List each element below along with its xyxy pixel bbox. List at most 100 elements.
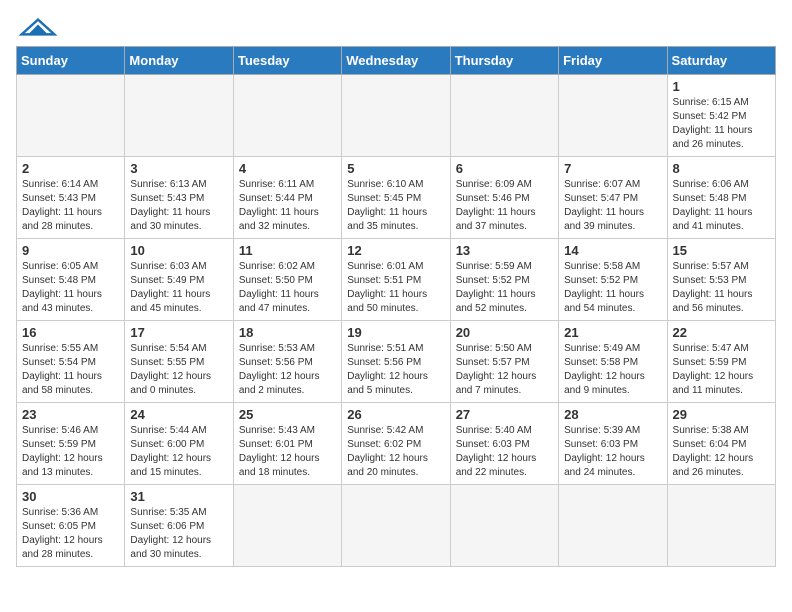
calendar-week-2: 2Sunrise: 6:14 AM Sunset: 5:43 PM Daylig… [17, 157, 776, 239]
calendar-cell: 22Sunrise: 5:47 AM Sunset: 5:59 PM Dayli… [667, 321, 775, 403]
calendar-cell: 13Sunrise: 5:59 AM Sunset: 5:52 PM Dayli… [450, 239, 558, 321]
day-info: Sunrise: 6:02 AM Sunset: 5:50 PM Dayligh… [239, 260, 336, 316]
weekday-sunday: Sunday [17, 47, 125, 75]
day-number: 16 [22, 325, 119, 340]
logo [16, 16, 58, 36]
calendar-cell: 23 Sunrise: 5:46 AM Sunset: 5:59 PM Dayli… [17, 403, 125, 485]
calendar-week-4: 16 Sunrise: 5:55 AM Sunset: 5:54 PM Dayli… [17, 321, 776, 403]
day-info: Sunrise: 5:35 AM Sunset: 6:06 PM Dayligh… [130, 506, 227, 562]
weekday-header-row: SundayMondayTuesdayWednesdayThursdayFrid… [17, 47, 776, 75]
calendar-cell: 19 Sunrise: 5:51 AM Sunset: 5:56 PM Dayli… [342, 321, 450, 403]
calendar-week-6: 30Sunrise: 5:36 AM Sunset: 6:05 PM Dayli… [17, 485, 776, 567]
calendar-cell [125, 75, 233, 157]
weekday-monday: Monday [125, 47, 233, 75]
calendar-cell: 7 Sunrise: 6:07 AM Sunset: 5:47 PM Daylig… [559, 157, 667, 239]
day-info: Sunrise: 6:10 AM Sunset: 5:45 PM Dayligh… [347, 178, 444, 234]
calendar-cell [342, 485, 450, 567]
calendar-cell [559, 75, 667, 157]
calendar-cell: 17 Sunrise: 5:54 AM Sunset: 5:55 PM Dayli… [125, 321, 233, 403]
calendar-table: SundayMondayTuesdayWednesdayThursdayFrid… [16, 46, 776, 567]
weekday-wednesday: Wednesday [342, 47, 450, 75]
day-number: 1 [673, 79, 770, 94]
day-info: Sunrise: 6:03 AM Sunset: 5:49 PM Dayligh… [130, 260, 227, 316]
day-number: 30 [22, 489, 119, 504]
day-number: 3 [130, 161, 227, 176]
day-info: Sunrise: 5:53 AM Sunset: 5:56 PM Dayligh… [239, 342, 336, 398]
calendar-week-3: 9 Sunrise: 6:05 AM Sunset: 5:48 PM Daylig… [17, 239, 776, 321]
logo-icon [18, 18, 58, 36]
calendar-cell: 18 Sunrise: 5:53 AM Sunset: 5:56 PM Dayli… [233, 321, 341, 403]
day-info: Sunrise: 5:57 AM Sunset: 5:53 PM Dayligh… [673, 260, 770, 316]
day-number: 6 [456, 161, 553, 176]
calendar-cell [667, 485, 775, 567]
day-info: Sunrise: 5:51 AM Sunset: 5:56 PM Dayligh… [347, 342, 444, 398]
day-number: 17 [130, 325, 227, 340]
weekday-saturday: Saturday [667, 47, 775, 75]
calendar-cell: 12 Sunrise: 6:01 AM Sunset: 5:51 PM Dayli… [342, 239, 450, 321]
day-number: 24 [130, 407, 227, 422]
calendar-cell: 30Sunrise: 5:36 AM Sunset: 6:05 PM Dayli… [17, 485, 125, 567]
day-number: 25 [239, 407, 336, 422]
day-info: Sunrise: 5:42 AM Sunset: 6:02 PM Dayligh… [347, 424, 444, 480]
day-number: 23 [22, 407, 119, 422]
day-info: Sunrise: 5:55 AM Sunset: 5:54 PM Dayligh… [22, 342, 119, 398]
day-number: 9 [22, 243, 119, 258]
day-number: 8 [673, 161, 770, 176]
calendar-cell: 4Sunrise: 6:11 AM Sunset: 5:44 PM Daylig… [233, 157, 341, 239]
day-info: Sunrise: 5:49 AM Sunset: 5:58 PM Dayligh… [564, 342, 661, 398]
day-number: 14 [564, 243, 661, 258]
calendar-cell: 6Sunrise: 6:09 AM Sunset: 5:46 PM Daylig… [450, 157, 558, 239]
day-number: 27 [456, 407, 553, 422]
calendar-cell: 10 Sunrise: 6:03 AM Sunset: 5:49 PM Dayli… [125, 239, 233, 321]
day-number: 5 [347, 161, 444, 176]
day-number: 18 [239, 325, 336, 340]
calendar-cell: 25 Sunrise: 5:43 AM Sunset: 6:01 PM Dayli… [233, 403, 341, 485]
day-info: Sunrise: 5:54 AM Sunset: 5:55 PM Dayligh… [130, 342, 227, 398]
day-info: Sunrise: 6:06 AM Sunset: 5:48 PM Dayligh… [673, 178, 770, 234]
day-info: Sunrise: 6:14 AM Sunset: 5:43 PM Dayligh… [22, 178, 119, 234]
day-info: Sunrise: 6:05 AM Sunset: 5:48 PM Dayligh… [22, 260, 119, 316]
day-number: 7 [564, 161, 661, 176]
day-number: 21 [564, 325, 661, 340]
day-info: Sunrise: 5:43 AM Sunset: 6:01 PM Dayligh… [239, 424, 336, 480]
day-info: Sunrise: 6:07 AM Sunset: 5:47 PM Dayligh… [564, 178, 661, 234]
day-info: Sunrise: 5:40 AM Sunset: 6:03 PM Dayligh… [456, 424, 553, 480]
day-number: 12 [347, 243, 444, 258]
calendar-cell: 28Sunrise: 5:39 AM Sunset: 6:03 PM Dayli… [559, 403, 667, 485]
day-info: Sunrise: 5:39 AM Sunset: 6:03 PM Dayligh… [564, 424, 661, 480]
calendar-cell: 27 Sunrise: 5:40 AM Sunset: 6:03 PM Dayli… [450, 403, 558, 485]
calendar-cell: 3 Sunrise: 6:13 AM Sunset: 5:43 PM Daylig… [125, 157, 233, 239]
day-number: 19 [347, 325, 444, 340]
calendar-cell: 2Sunrise: 6:14 AM Sunset: 5:43 PM Daylig… [17, 157, 125, 239]
calendar-cell [17, 75, 125, 157]
calendar-cell: 16 Sunrise: 5:55 AM Sunset: 5:54 PM Dayli… [17, 321, 125, 403]
calendar-cell: 1 Sunrise: 6:15 AM Sunset: 5:42 PM Daylig… [667, 75, 775, 157]
calendar-cell: 14 Sunrise: 5:58 AM Sunset: 5:52 PM Dayli… [559, 239, 667, 321]
day-info: Sunrise: 5:46 AM Sunset: 5:59 PM Dayligh… [22, 424, 119, 480]
day-number: 15 [673, 243, 770, 258]
calendar-cell: 15 Sunrise: 5:57 AM Sunset: 5:53 PM Dayli… [667, 239, 775, 321]
day-number: 29 [673, 407, 770, 422]
day-info: Sunrise: 6:13 AM Sunset: 5:43 PM Dayligh… [130, 178, 227, 234]
day-number: 31 [130, 489, 227, 504]
day-info: Sunrise: 5:58 AM Sunset: 5:52 PM Dayligh… [564, 260, 661, 316]
calendar-cell: 20Sunrise: 5:50 AM Sunset: 5:57 PM Dayli… [450, 321, 558, 403]
day-number: 10 [130, 243, 227, 258]
calendar-cell: 26 Sunrise: 5:42 AM Sunset: 6:02 PM Dayli… [342, 403, 450, 485]
calendar-cell [559, 485, 667, 567]
day-number: 26 [347, 407, 444, 422]
day-info: Sunrise: 6:01 AM Sunset: 5:51 PM Dayligh… [347, 260, 444, 316]
calendar-cell: 29 Sunrise: 5:38 AM Sunset: 6:04 PM Dayli… [667, 403, 775, 485]
calendar-cell: 8 Sunrise: 6:06 AM Sunset: 5:48 PM Daylig… [667, 157, 775, 239]
calendar-cell: 21 Sunrise: 5:49 AM Sunset: 5:58 PM Dayli… [559, 321, 667, 403]
calendar-cell [342, 75, 450, 157]
calendar-cell: 5 Sunrise: 6:10 AM Sunset: 5:45 PM Daylig… [342, 157, 450, 239]
day-info: Sunrise: 5:38 AM Sunset: 6:04 PM Dayligh… [673, 424, 770, 480]
day-number: 22 [673, 325, 770, 340]
day-info: Sunrise: 5:59 AM Sunset: 5:52 PM Dayligh… [456, 260, 553, 316]
day-info: Sunrise: 6:15 AM Sunset: 5:42 PM Dayligh… [673, 96, 770, 152]
calendar-cell [450, 485, 558, 567]
calendar-cell: 24Sunrise: 5:44 AM Sunset: 6:00 PM Dayli… [125, 403, 233, 485]
weekday-friday: Friday [559, 47, 667, 75]
calendar-week-1: 1 Sunrise: 6:15 AM Sunset: 5:42 PM Daylig… [17, 75, 776, 157]
